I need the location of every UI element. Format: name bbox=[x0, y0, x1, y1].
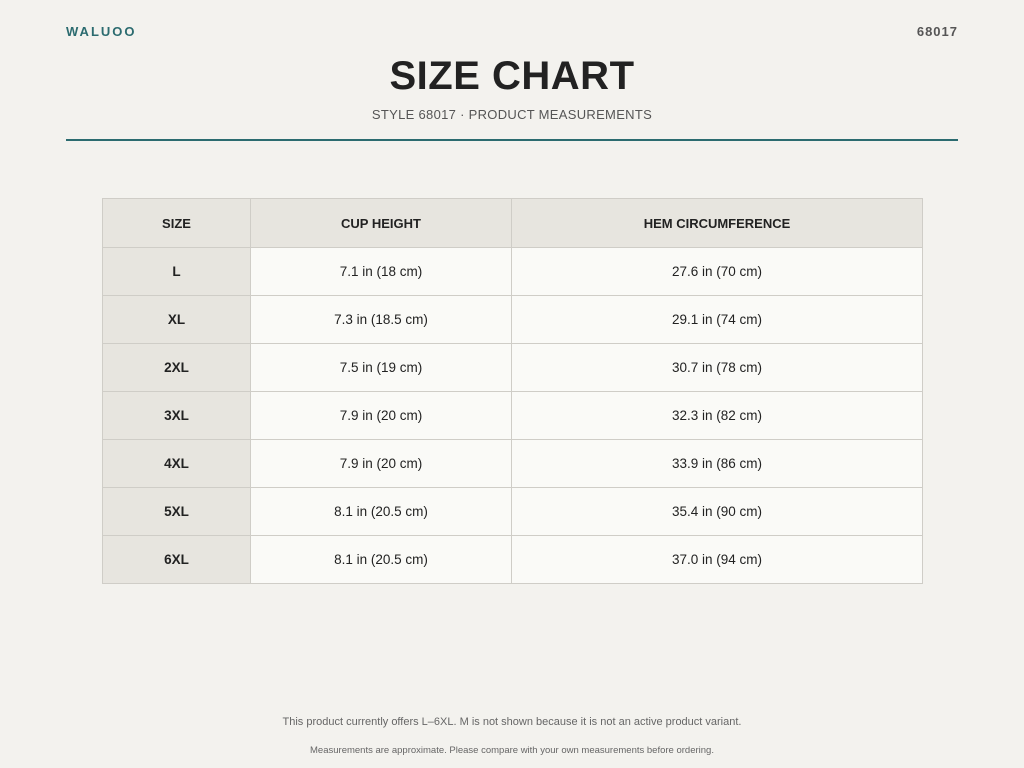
size-cell: 5XL bbox=[102, 487, 251, 536]
table-row: 5XL 8.1 in (20.5 cm) 35.4 in (90 cm) bbox=[102, 487, 923, 536]
cup-height-cell: 8.1 in (20.5 cm) bbox=[250, 487, 512, 536]
column-header-size: SIZE bbox=[102, 198, 251, 248]
hem-circumference-cell: 29.1 in (74 cm) bbox=[511, 295, 923, 344]
cup-height-cell: 7.5 in (19 cm) bbox=[250, 343, 512, 392]
size-cell: 2XL bbox=[102, 343, 251, 392]
table-row: 2XL 7.5 in (19 cm) 30.7 in (78 cm) bbox=[102, 343, 923, 392]
size-table: SIZE CUP HEIGHT HEM CIRCUMFERENCE L 7.1 … bbox=[102, 198, 923, 584]
size-cell: 6XL bbox=[102, 535, 251, 584]
column-header-cup-height: CUP HEIGHT bbox=[250, 198, 512, 248]
column-header-hem-circumference: HEM CIRCUMFERENCE bbox=[511, 198, 923, 248]
table-row: L 7.1 in (18 cm) 27.6 in (70 cm) bbox=[102, 247, 923, 296]
size-cell: L bbox=[102, 247, 251, 296]
size-cell: 4XL bbox=[102, 439, 251, 488]
measurement-disclaimer: Measurements are approximate. Please com… bbox=[310, 745, 714, 756]
table-row: XL 7.3 in (18.5 cm) 29.1 in (74 cm) bbox=[102, 295, 923, 344]
cup-height-cell: 7.9 in (20 cm) bbox=[250, 439, 512, 488]
page-title: SIZE CHART bbox=[389, 54, 635, 98]
hem-circumference-cell: 30.7 in (78 cm) bbox=[511, 343, 923, 392]
hem-circumference-cell: 27.6 in (70 cm) bbox=[511, 247, 923, 296]
page-subtitle: STYLE 68017 · PRODUCT MEASUREMENTS bbox=[371, 107, 653, 122]
hem-circumference-cell: 35.4 in (90 cm) bbox=[511, 487, 923, 536]
availability-note: This product currently offers L–6XL. M i… bbox=[282, 716, 742, 728]
brand-name: WALUOO bbox=[66, 24, 137, 39]
size-cell: XL bbox=[102, 295, 251, 344]
size-cell: 3XL bbox=[102, 391, 251, 440]
cup-height-cell: 7.9 in (20 cm) bbox=[250, 391, 512, 440]
cup-height-cell: 8.1 in (20.5 cm) bbox=[250, 535, 512, 584]
style-code: 68017 bbox=[916, 24, 958, 39]
hem-circumference-cell: 32.3 in (82 cm) bbox=[511, 391, 923, 440]
hem-circumference-cell: 33.9 in (86 cm) bbox=[511, 439, 923, 488]
table-row: 4XL 7.9 in (20 cm) 33.9 in (86 cm) bbox=[102, 439, 923, 488]
table-row: 3XL 7.9 in (20 cm) 32.3 in (82 cm) bbox=[102, 391, 923, 440]
header-divider bbox=[66, 139, 958, 141]
hem-circumference-cell: 37.0 in (94 cm) bbox=[511, 535, 923, 584]
cup-height-cell: 7.1 in (18 cm) bbox=[250, 247, 512, 296]
table-row: 6XL 8.1 in (20.5 cm) 37.0 in (94 cm) bbox=[102, 535, 923, 584]
cup-height-cell: 7.3 in (18.5 cm) bbox=[250, 295, 512, 344]
table-header-row: SIZE CUP HEIGHT HEM CIRCUMFERENCE bbox=[102, 198, 923, 248]
